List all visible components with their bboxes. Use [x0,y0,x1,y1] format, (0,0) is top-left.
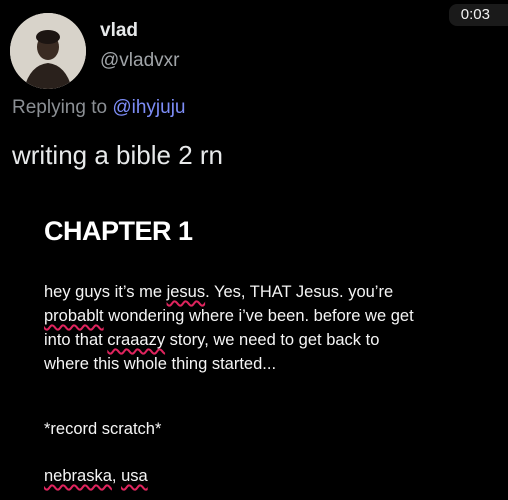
misspelled-word: usa [121,467,148,485]
misspelled-word: jesus [166,283,206,301]
replying-mention-link[interactable]: @ihyjuju [112,97,185,118]
document-line-2: probablt wondering where i’ve been. befo… [44,305,504,327]
line-text: , [111,467,122,485]
misspelled-word: nebraska [44,467,112,485]
document-line-4: where this whole thing started... [44,355,277,373]
user-handle[interactable]: @vladvxr [100,50,179,72]
tweet-text: writing a bible 2 rn [12,140,223,170]
line-text: into that [44,331,108,349]
video-timer: 0:03 [448,4,508,26]
record-scratch-line: *record scratch* [44,420,162,438]
document-line-3: into that craaazy story, we need to get … [44,329,504,351]
line-text: story, we need to get back to [165,331,380,349]
document-line-1: hey guys it’s me jesus. Yes, THAT Jesus.… [44,281,504,303]
misspelled-word: craaazy [107,331,166,349]
line-text: . Yes, THAT Jesus. you’re [205,283,394,301]
avatar-photo [10,13,86,89]
chapter-title: CHAPTER 1 [44,216,193,246]
line-text: hey guys it’s me [44,283,167,301]
misspelled-word: probablt [44,307,104,325]
location-line: nebraska, usa [44,465,504,487]
replying-prefix: Replying to [12,97,108,118]
display-name[interactable]: vlad [100,20,138,42]
avatar[interactable] [10,13,86,89]
replying-to: Replying to @ihyjuju [12,97,186,119]
line-text: wondering where i’ve been. before we get [103,307,414,325]
